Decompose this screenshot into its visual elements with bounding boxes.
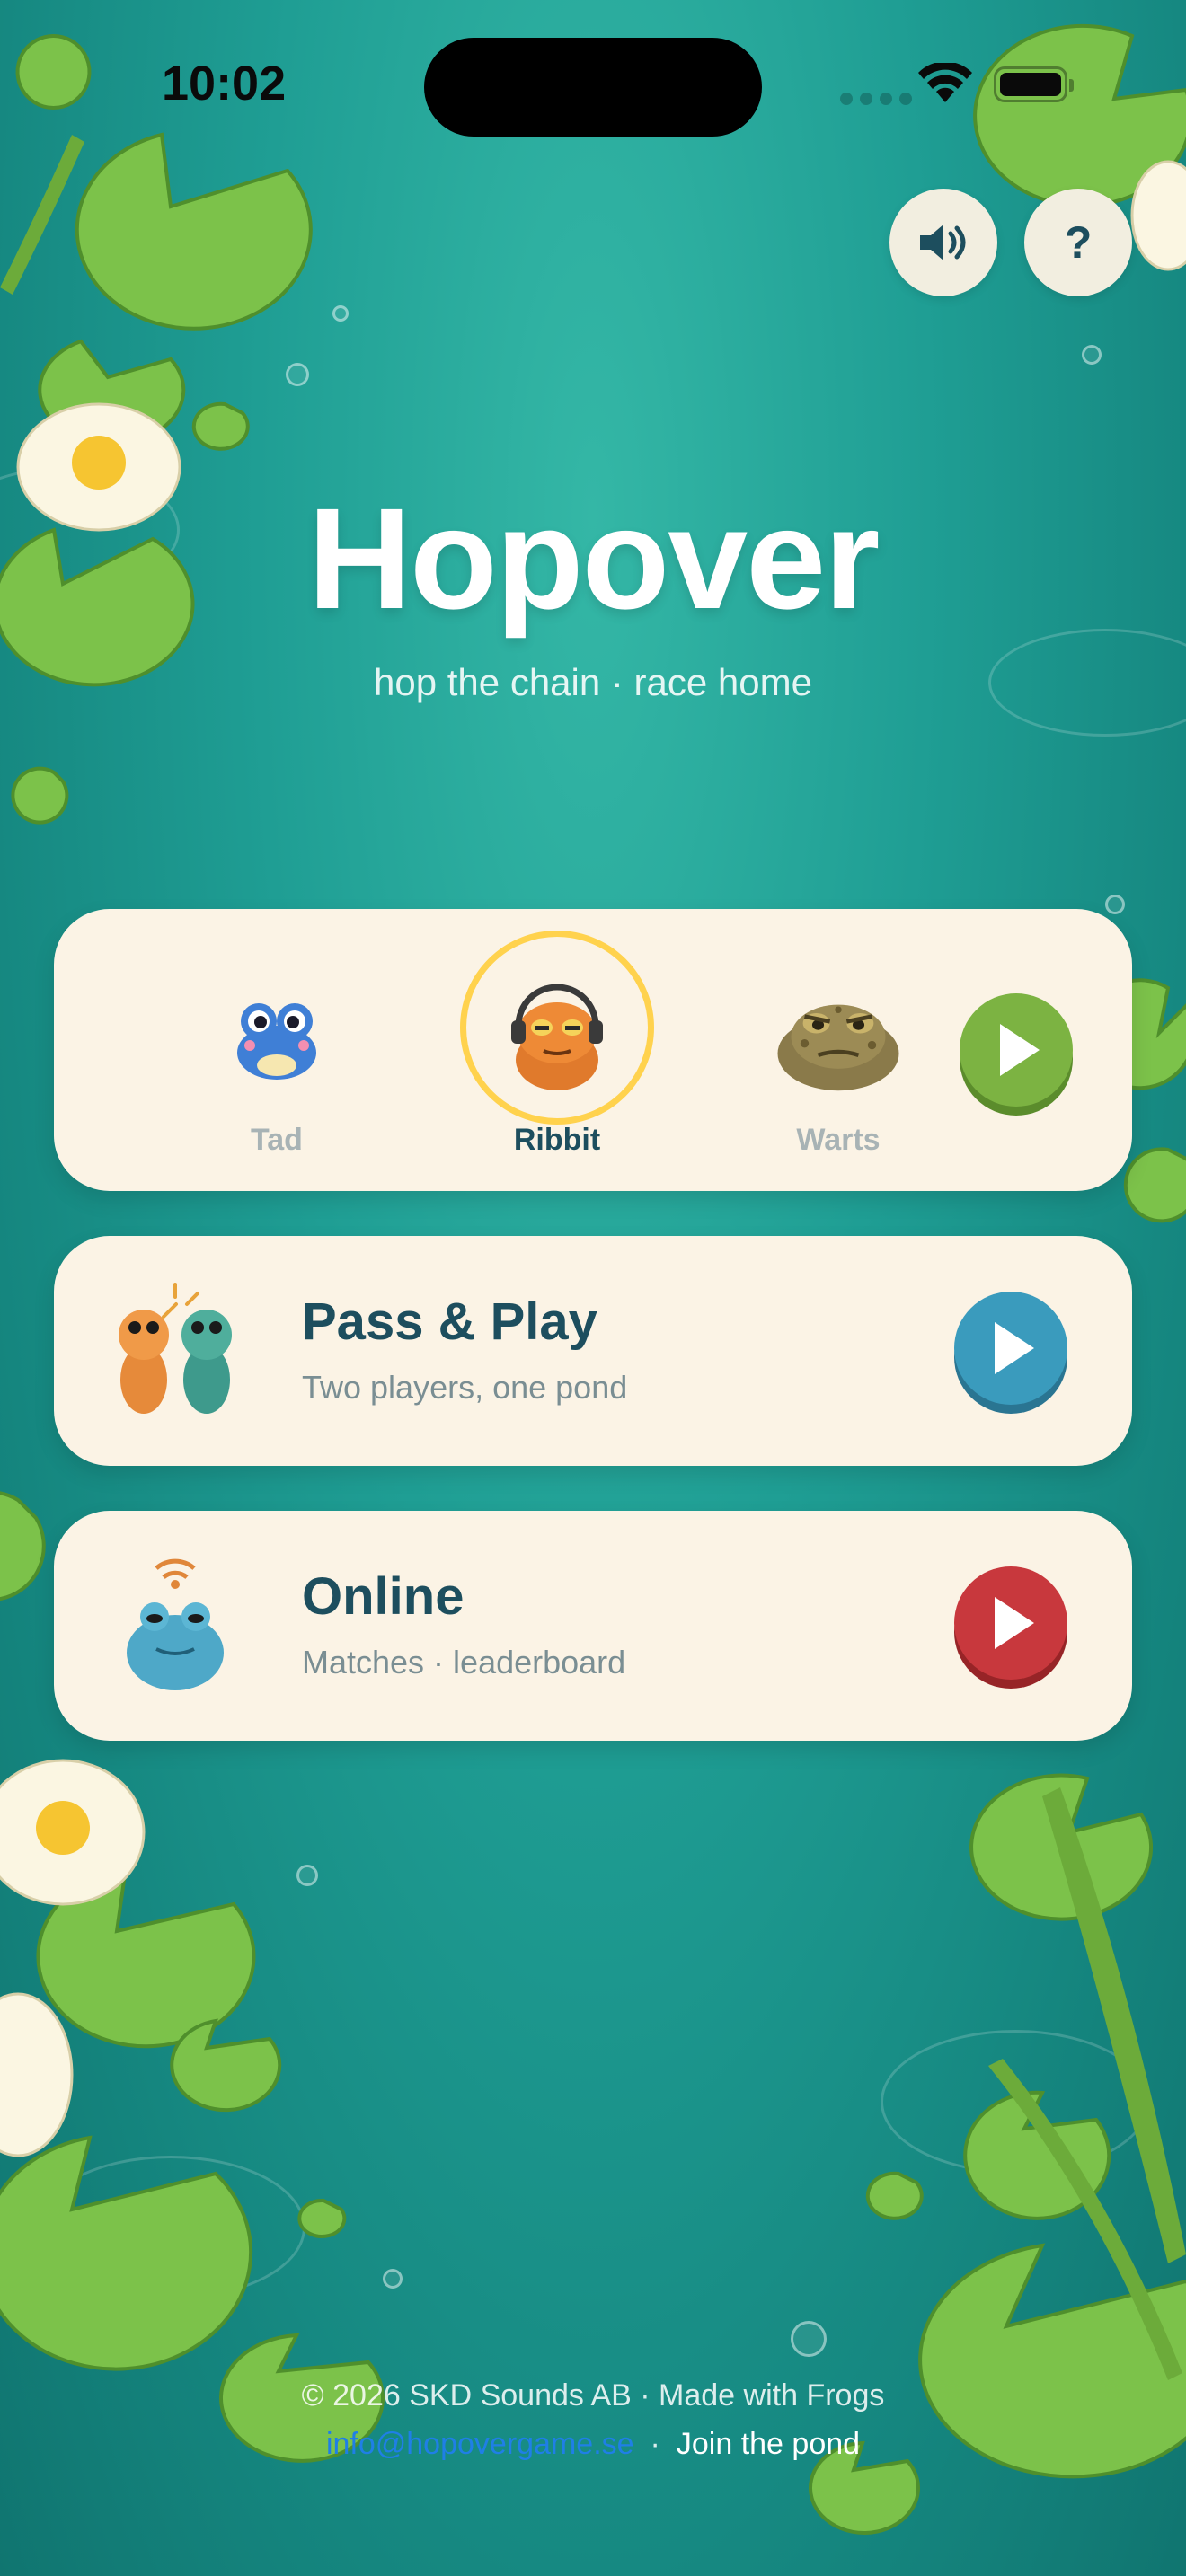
wifi-frog-icon: [99, 1556, 252, 1696]
footer-links: info@hopovergame.se · Join the pond: [0, 2427, 1186, 2462]
pass-and-play-button[interactable]: [954, 1292, 1067, 1414]
dynamic-island: [424, 38, 762, 137]
online-subtitle: Matches · leaderboard: [302, 1644, 626, 1681]
blue-frog-icon: [209, 972, 344, 1107]
bubble: [1082, 345, 1102, 365]
play-icon: [1000, 1024, 1040, 1076]
pass-and-play-subtitle: Two players, one pond: [302, 1369, 628, 1406]
app-subtitle: hop the chain · race home: [374, 661, 812, 703]
contact-email-link[interactable]: info@hopovergame.se: [326, 2427, 634, 2461]
character-label-ribbit: Ribbit: [513, 1123, 601, 1157]
character-label-warts: Warts: [796, 1123, 881, 1157]
character-label-tad: Tad: [251, 1123, 303, 1157]
bubble: [1105, 895, 1125, 914]
status-time: 10:02: [162, 57, 287, 110]
app-title: Hopover: [307, 478, 881, 639]
online-title: Online: [302, 1567, 465, 1626]
headphone-frog-icon: [490, 972, 624, 1107]
battery-icon: [994, 66, 1074, 102]
character-ribbit[interactable]: Ribbit: [458, 909, 656, 1191]
sound-toggle-button[interactable]: [890, 189, 997, 296]
help-button[interactable]: ?: [1024, 189, 1132, 296]
bubble: [791, 2321, 827, 2357]
start-game-button[interactable]: [960, 993, 1073, 1116]
online-play-button[interactable]: [954, 1566, 1067, 1689]
footer-copyright: © 2026 SKD Sounds AB · Made with Frogs: [301, 2378, 885, 2413]
toad-icon: [771, 972, 906, 1107]
bubble: [332, 305, 349, 322]
bubble: [383, 2269, 403, 2289]
help-label: ?: [1064, 217, 1093, 268]
wifi-icon: [918, 63, 972, 102]
two-frogs-icon: [99, 1281, 252, 1421]
character-tad[interactable]: Tad: [178, 909, 376, 1191]
cellular-icon: [840, 93, 912, 105]
character-warts[interactable]: Warts: [739, 909, 937, 1191]
play-icon: [995, 1322, 1034, 1374]
pass-and-play-card[interactable]: Pass & Play Two players, one pond: [54, 1236, 1132, 1466]
bubble: [296, 1865, 318, 1886]
footer-separator: ·: [650, 2427, 660, 2461]
speaker-icon: [920, 225, 966, 260]
status-bar: 10:02: [0, 0, 1186, 171]
pass-and-play-title: Pass & Play: [302, 1292, 597, 1351]
join-the-pond-link[interactable]: Join the pond: [677, 2427, 860, 2461]
online-card[interactable]: Online Matches · leaderboard: [54, 1511, 1132, 1741]
play-icon: [995, 1597, 1034, 1649]
bubble: [286, 363, 309, 386]
character-select-card: Tad Ribbit Warts: [54, 909, 1132, 1191]
